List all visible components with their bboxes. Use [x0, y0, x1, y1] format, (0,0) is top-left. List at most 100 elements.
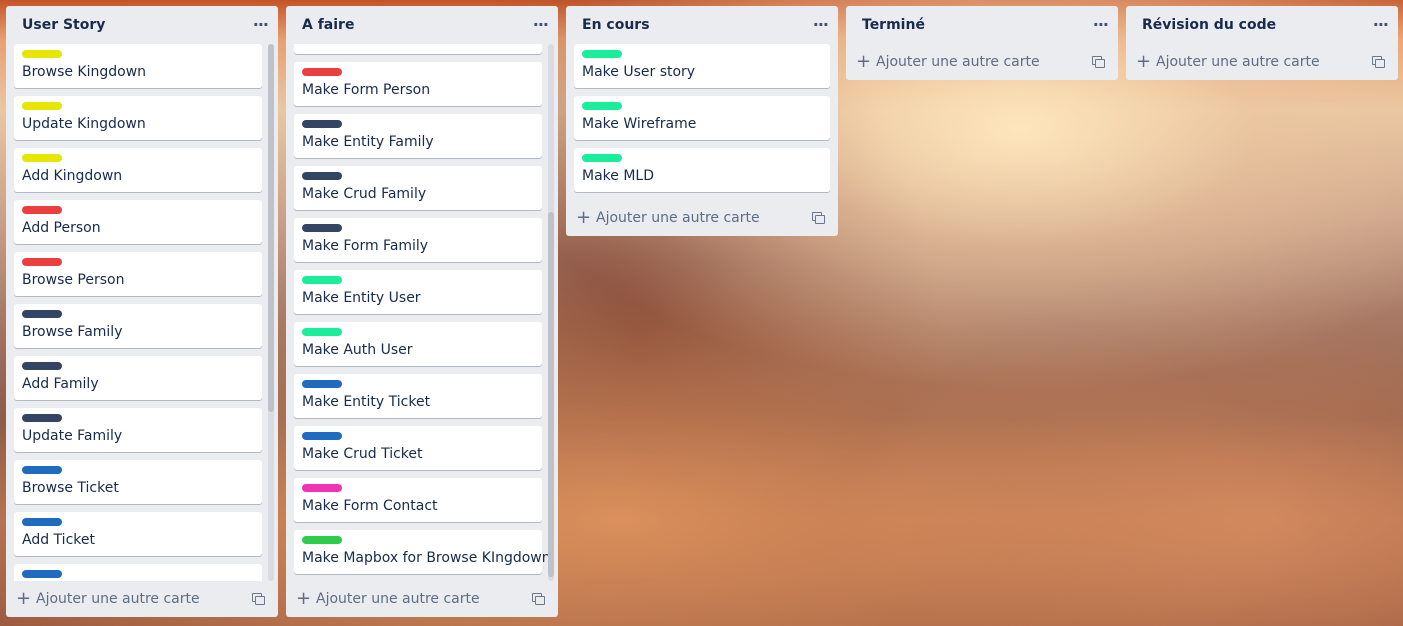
list-title[interactable]: En cours [582, 17, 650, 33]
plus-icon: + [856, 51, 872, 72]
card-label [22, 518, 62, 526]
card-label [302, 68, 342, 76]
card-title: Make Auth User [302, 342, 413, 358]
card[interactable]: Make Wireframe [574, 96, 830, 140]
list-title[interactable]: User Story [22, 17, 105, 33]
card-label [302, 276, 342, 284]
card-title: Update Kingdown [22, 116, 146, 132]
scrollbar-thumb[interactable] [548, 212, 554, 577]
card-title: Make Crud Family [302, 186, 427, 202]
card-label [582, 50, 622, 58]
add-card-button[interactable]: + Ajouter une autre carte [856, 53, 1040, 71]
card[interactable]: Make Auth User [294, 322, 542, 366]
card-label [302, 224, 342, 232]
scrollbar[interactable] [268, 44, 274, 581]
card-title: Browse Ticket [22, 480, 119, 496]
scrollbar-thumb[interactable] [268, 44, 274, 412]
list-footer: + Ajouter une autre carte [566, 200, 838, 236]
card[interactable]: Make Crud Family [294, 166, 542, 210]
card[interactable]: Add Ticket [14, 512, 262, 556]
list-a-faire: A faire ··· Make Form Person Make Entity… [286, 6, 558, 617]
card[interactable]: Add Kingdown [14, 148, 262, 192]
list-revision-du-code: Révision du code ··· + Ajouter une autre… [1126, 6, 1398, 80]
add-card-button[interactable]: + Ajouter une autre carte [576, 209, 760, 227]
add-card-button[interactable]: + Ajouter une autre carte [1136, 53, 1320, 71]
scrollbar[interactable] [548, 44, 554, 581]
card-title: Make Wireframe [582, 116, 697, 132]
card-list: Make User story Make Wireframe Make MLD [566, 44, 838, 192]
card-label [22, 310, 62, 318]
add-card-label: Ajouter une autre carte [36, 591, 200, 607]
add-card-label: Ajouter une autre carte [596, 210, 760, 226]
card-title: Add Kingdown [22, 168, 123, 184]
more-icon[interactable]: ··· [1093, 17, 1109, 33]
card[interactable]: Make Mapbox for Browse KIngdown [294, 530, 551, 574]
card-label [302, 328, 342, 336]
card-template-icon[interactable] [252, 593, 266, 605]
card[interactable]: Make Entity Family [294, 114, 542, 158]
card-label [302, 380, 342, 388]
add-card-label: Ajouter une autre carte [1156, 54, 1320, 70]
list-header: Terminé ··· [846, 6, 1118, 44]
more-icon[interactable]: ··· [813, 17, 829, 33]
add-card-button[interactable]: + Ajouter une autre carte [16, 590, 200, 608]
list-title[interactable]: Révision du code [1142, 17, 1276, 33]
plus-icon: + [296, 588, 312, 609]
list-title[interactable]: Terminé [862, 17, 925, 33]
card[interactable]: Make Entity User [294, 270, 542, 314]
card[interactable]: Make Crud Ticket [294, 426, 542, 470]
card[interactable] [14, 564, 262, 581]
card[interactable]: Make MLD [574, 148, 830, 192]
card-title: Make Entity Ticket [302, 394, 431, 410]
card[interactable]: Browse Family [14, 304, 262, 348]
card-title: Browse Person [22, 272, 125, 288]
card-label [302, 536, 342, 544]
card[interactable]: Make Form Contact [294, 478, 542, 522]
card-label [302, 120, 342, 128]
card-title: Browse Family [22, 324, 123, 340]
list-header: User Story ··· [6, 6, 278, 44]
card-label [582, 102, 622, 110]
card-label [22, 102, 62, 110]
card[interactable]: Update Kingdown [14, 96, 262, 140]
card-title: Make MLD [582, 168, 654, 184]
card[interactable]: Add Person [14, 200, 262, 244]
card-template-icon[interactable] [812, 212, 826, 224]
card-label [22, 206, 62, 214]
card[interactable]: Make Form Family [294, 218, 542, 262]
card-template-icon[interactable] [532, 593, 546, 605]
card-label [22, 466, 62, 474]
card[interactable]: Make User story [574, 44, 830, 88]
card[interactable]: Browse Person [14, 252, 262, 296]
plus-icon: + [1136, 51, 1152, 72]
card-title: Make Crud Ticket [302, 446, 423, 462]
card[interactable]: Make Entity Ticket [294, 374, 542, 418]
plus-icon: + [576, 207, 592, 228]
card[interactable] [294, 44, 542, 54]
list-footer: + Ajouter une autre carte [286, 581, 558, 617]
card-title: Add Family [22, 376, 99, 392]
card-list: Browse Kingdown Update Kingdown Add King… [6, 44, 270, 581]
card[interactable]: Make Form Person [294, 62, 542, 106]
card-title: Make Form Family [302, 238, 429, 254]
card[interactable]: Browse Kingdown [14, 44, 262, 88]
card-template-icon[interactable] [1092, 56, 1106, 68]
list-header: A faire ··· [286, 6, 558, 44]
card-title: Add Person [22, 220, 101, 236]
card-template-icon[interactable] [1372, 56, 1386, 68]
more-icon[interactable]: ··· [533, 17, 549, 33]
card-title: Update Family [22, 428, 123, 444]
list-title[interactable]: A faire [302, 17, 354, 33]
list-footer: + Ajouter une autre carte [1126, 44, 1398, 80]
card[interactable]: Add Family [14, 356, 262, 400]
board: User Story ··· Browse Kingdown Update Ki… [0, 0, 1403, 626]
add-card-label: Ajouter une autre carte [876, 54, 1040, 70]
card[interactable]: Update Family [14, 408, 262, 452]
card-label [22, 570, 62, 578]
add-card-button[interactable]: + Ajouter une autre carte [296, 590, 480, 608]
list-user-story: User Story ··· Browse Kingdown Update Ki… [6, 6, 278, 617]
card-title: Make Entity Family [302, 134, 434, 150]
card[interactable]: Browse Ticket [14, 460, 262, 504]
more-icon[interactable]: ··· [1373, 17, 1389, 33]
more-icon[interactable]: ··· [253, 17, 269, 33]
